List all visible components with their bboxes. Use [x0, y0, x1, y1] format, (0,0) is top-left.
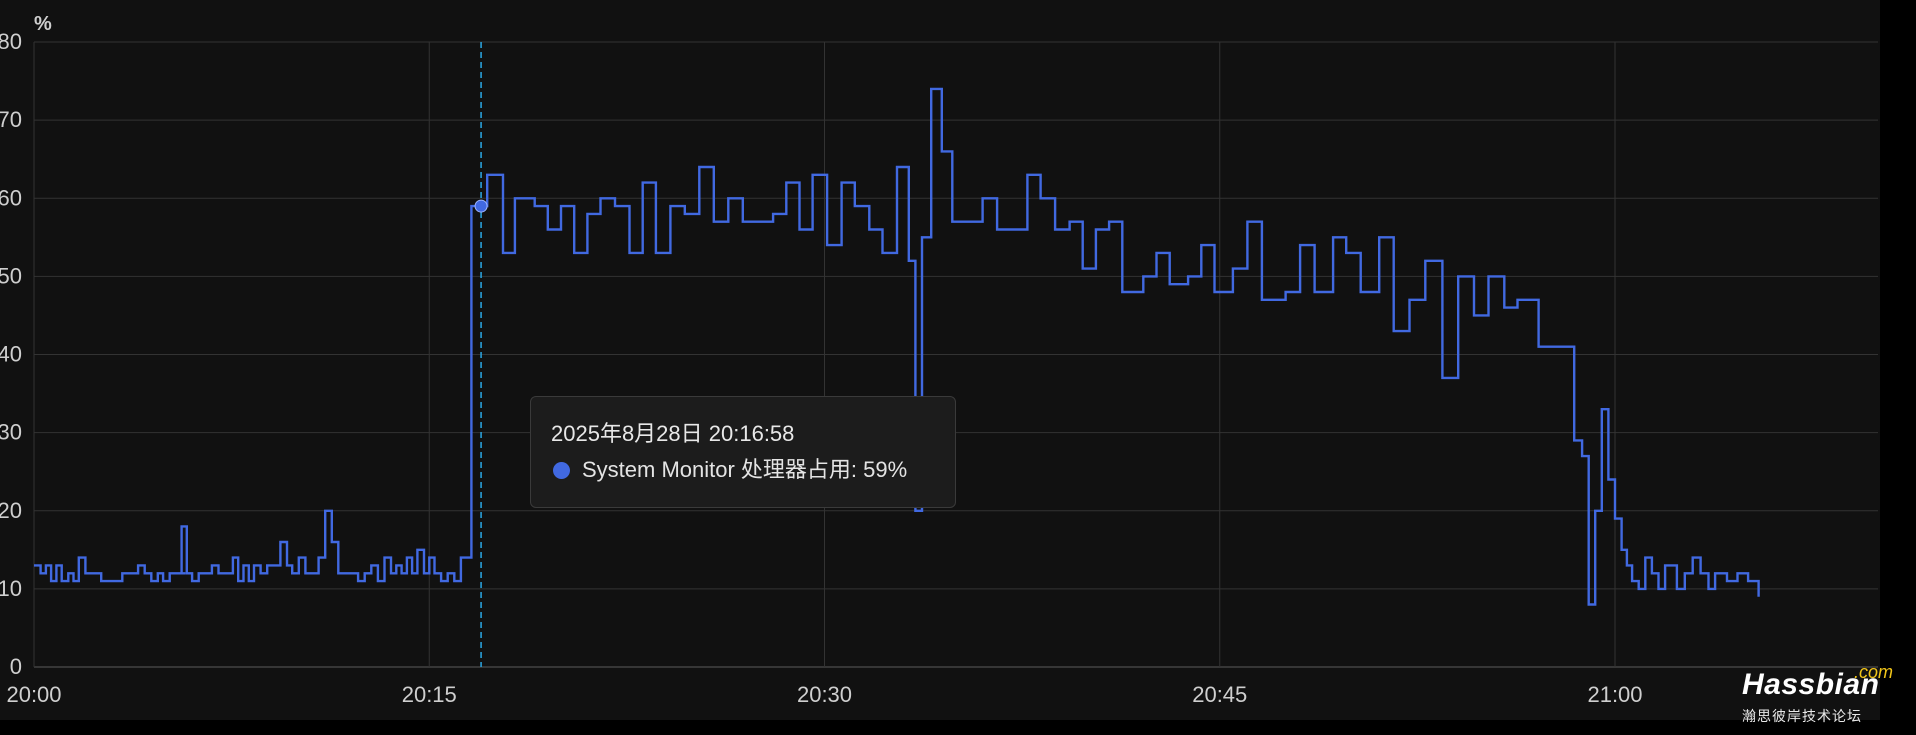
x-tick-label: 20:30 [797, 682, 852, 707]
y-tick-label: 50 [0, 263, 22, 288]
x-tick-label: 21:00 [1587, 682, 1642, 707]
y-tick-label: 10 [0, 576, 22, 601]
x-tick-label: 20:15 [402, 682, 457, 707]
y-tick-label: 70 [0, 107, 22, 132]
tooltip-series-value: System Monitor 处理器占用: 59% [582, 457, 908, 482]
series-color-dot [553, 461, 570, 479]
x-tick-label: 20:45 [1192, 682, 1247, 707]
x-tick-label: 20:00 [6, 682, 61, 707]
y-tick-label: 0 [10, 654, 22, 679]
y-tick-label: 40 [0, 342, 22, 367]
tooltip-series-row: System Monitor 处理器占用: 59% [551, 455, 935, 485]
hassbian-watermark-logo: Hassbian .com 瀚思彼岸技术论坛 [1740, 662, 1916, 730]
tooltip: 2025年8月28日 20:16:58 System Monitor 处理器占用… [530, 396, 956, 508]
cpu-usage-chart: 0 10 20 30 40 50 60 70 80 20:00 20:15 20:30 20:45 21:… [0, 13, 1878, 707]
watermark-com: .com [1854, 662, 1894, 682]
y-tick-label: 20 [0, 498, 22, 523]
y-tick-label: 30 [0, 420, 22, 445]
y-tick-label: 60 [0, 185, 22, 210]
hover-point [474, 199, 488, 213]
series-line-cpu-usage [34, 87, 1760, 606]
y-tick-label: 80 [0, 29, 22, 54]
tooltip-time: 2025年8月28日 20:16:58 [551, 421, 795, 446]
watermark-subtitle: 瀚思彼岸技术论坛 [1742, 709, 1862, 725]
y-axis-unit: % [34, 13, 52, 35]
chart-panel: 0 10 20 30 40 50 60 70 80 20:00 20:15 20:30 20:45 21:… [0, 0, 1880, 720]
